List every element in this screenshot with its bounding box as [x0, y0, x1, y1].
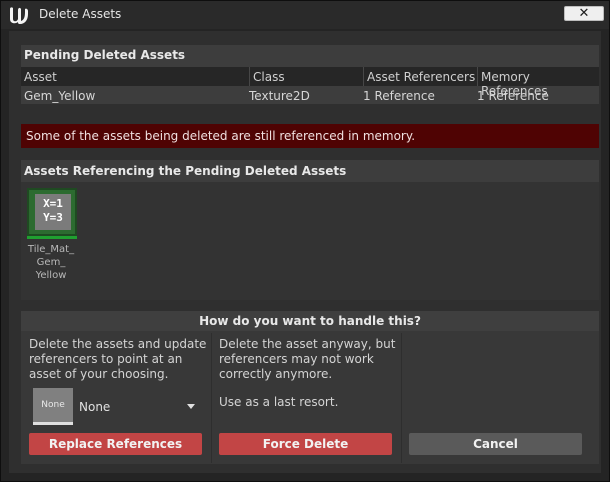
- cell-asset: Gem_Yellow: [24, 89, 96, 103]
- replace-references-button[interactable]: Replace References: [29, 433, 202, 455]
- replacement-asset-thumbnail[interactable]: None: [33, 388, 73, 425]
- cancel-button[interactable]: Cancel: [409, 433, 582, 455]
- asset-thumbnail: X=1 Y=3: [27, 188, 77, 236]
- referencing-asset-list: [21, 182, 599, 300]
- asset-label-line-3: Yellow: [35, 270, 67, 281]
- chevron-down-icon[interactable]: [187, 404, 195, 409]
- thumb-line-2: Y=3: [43, 211, 63, 224]
- referencing-assets-panel: Assets Referencing the Pending Deleted A…: [21, 160, 599, 300]
- asset-label-line-1: Tile_Mat_: [27, 244, 75, 255]
- force-note: Use as a last resort.: [219, 395, 339, 409]
- thumbnail-none-text: None: [41, 400, 65, 410]
- asset-label-line-2: Gem_: [36, 257, 66, 268]
- handle-options-panel: How do you want to handle this? Delete t…: [21, 311, 599, 464]
- close-button[interactable]: ✕: [564, 6, 604, 21]
- cell-asset-referencers: 1 Reference: [363, 89, 435, 103]
- material-preview-icon: X=1 Y=3: [35, 194, 71, 230]
- unreal-engine-logo-icon: [10, 7, 28, 25]
- delete-assets-dialog: Delete Assets ✕ Pending Deleted Assets A…: [0, 0, 610, 482]
- referencing-heading: Assets Referencing the Pending Deleted A…: [24, 164, 347, 178]
- column-divider[interactable]: [249, 67, 250, 86]
- column-divider: [211, 333, 212, 463]
- force-description: Delete the asset anyway, but referencers…: [219, 337, 396, 381]
- window-title: Delete Assets: [39, 7, 122, 21]
- asset-type-color-bar: [27, 236, 77, 239]
- warning-text: Some of the assets being deleted are sti…: [26, 129, 416, 143]
- replace-description: Delete the assets and update referencers…: [29, 337, 207, 381]
- cell-class: Texture2D: [249, 89, 310, 103]
- column-divider: [401, 333, 402, 463]
- dialog-content: Pending Deleted Assets Asset Class Asset…: [9, 31, 601, 473]
- replacement-asset-value: None: [79, 400, 111, 414]
- asset-tile-label: Tile_Mat_ Gem_ Yellow: [21, 243, 81, 282]
- asset-tile[interactable]: X=1 Y=3: [27, 188, 77, 242]
- pending-table-header: Asset Class Asset Referencers Memory Ref…: [21, 67, 599, 98]
- column-header-asset-referencers[interactable]: Asset Referencers: [367, 70, 475, 84]
- force-delete-button[interactable]: Force Delete: [219, 433, 392, 455]
- thumb-line-1: X=1: [43, 197, 63, 210]
- column-header-class[interactable]: Class: [253, 70, 285, 84]
- table-row[interactable]: Gem_Yellow Texture2D 1 Reference 1 Refer…: [21, 86, 599, 106]
- replacement-asset-picker[interactable]: None None: [33, 388, 203, 428]
- column-divider[interactable]: [363, 67, 364, 86]
- title-bar[interactable]: Delete Assets ✕: [1, 1, 609, 29]
- handle-heading: How do you want to handle this?: [21, 311, 599, 331]
- column-divider[interactable]: [477, 67, 478, 86]
- cell-memory-references: 1 Reference: [477, 89, 549, 103]
- pending-deleted-assets-panel: Pending Deleted Assets Asset Class Asset…: [21, 45, 599, 104]
- column-header-asset[interactable]: Asset: [24, 70, 57, 84]
- pending-heading: Pending Deleted Assets: [24, 48, 186, 62]
- memory-reference-warning: Some of the assets being deleted are sti…: [21, 124, 599, 148]
